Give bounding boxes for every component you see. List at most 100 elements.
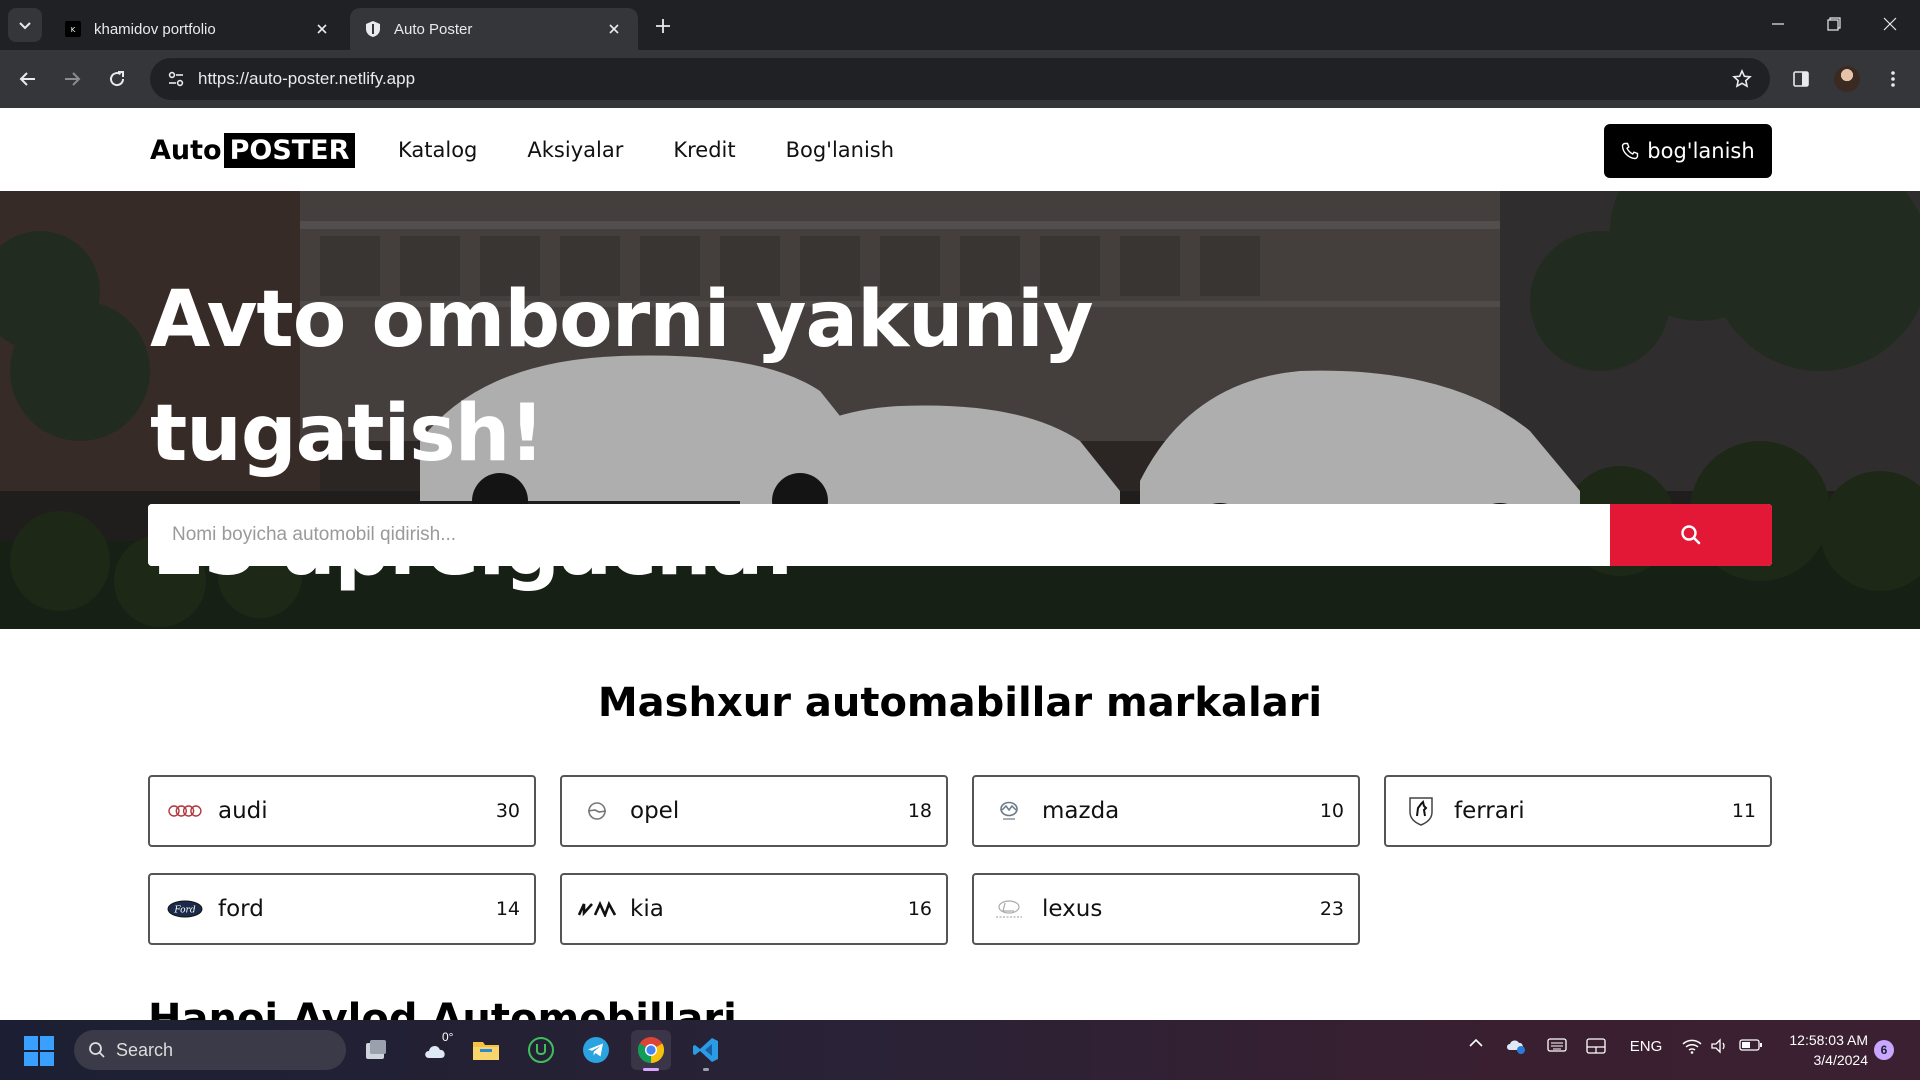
minimize-button[interactable] bbox=[1750, 6, 1806, 42]
brand-card-ford[interactable]: Ford ford 14 bbox=[148, 873, 536, 945]
notification-badge[interactable]: 6 bbox=[1874, 1040, 1894, 1060]
brand-card-kia[interactable]: kia 16 bbox=[560, 873, 948, 945]
windows-start-button[interactable] bbox=[24, 1036, 54, 1066]
nav-link-boglanish[interactable]: Bog'lanish bbox=[786, 138, 894, 162]
bookmark-star-icon[interactable] bbox=[1720, 58, 1764, 100]
brand-count: 18 bbox=[907, 800, 932, 822]
wifi-tray-icon[interactable] bbox=[1680, 1038, 1704, 1054]
profile-avatar[interactable] bbox=[1834, 66, 1860, 92]
shield-favicon-icon bbox=[364, 20, 382, 38]
back-button[interactable] bbox=[13, 64, 43, 94]
language-indicator[interactable]: ENG bbox=[1628, 1038, 1664, 1055]
weather-temperature: 0° bbox=[442, 1030, 454, 1044]
telegram-app-button[interactable] bbox=[576, 1030, 616, 1070]
restore-icon bbox=[1827, 17, 1841, 31]
restore-button[interactable] bbox=[1806, 6, 1862, 42]
close-icon[interactable] bbox=[312, 19, 332, 39]
taskbar-clock[interactable]: 12:58:03 AM 3/4/2024 bbox=[1772, 1030, 1868, 1070]
car-search-form bbox=[148, 504, 1772, 566]
address-bar[interactable]: https://auto-poster.netlify.app bbox=[150, 58, 1770, 100]
main-nav: Katalog Aksiyalar Kredit Bog'lanish bbox=[398, 138, 894, 162]
brand-name: mazda bbox=[1042, 798, 1120, 824]
nav-link-kredit[interactable]: Kredit bbox=[673, 138, 735, 162]
site-header: Auto POSTER Katalog Aksiyalar Kredit Bog… bbox=[0, 108, 1920, 191]
audi-logo-icon bbox=[166, 792, 204, 830]
speaker-icon bbox=[1711, 1038, 1725, 1054]
contact-button[interactable]: bog'lanish bbox=[1604, 124, 1772, 178]
hero-heading-line-1: Avto omborni yakuniy tugatish! bbox=[150, 275, 1094, 479]
browser-menu-button[interactable] bbox=[1878, 64, 1908, 94]
contact-button-label: bog'lanish bbox=[1647, 139, 1755, 163]
side-panel-button[interactable] bbox=[1786, 64, 1816, 94]
brand-card-audi[interactable]: audi 30 bbox=[148, 775, 536, 847]
brand-card-opel[interactable]: opel 18 bbox=[560, 775, 948, 847]
close-window-button[interactable] bbox=[1862, 6, 1918, 42]
brand-name: audi bbox=[218, 798, 268, 824]
svg-text:Ford: Ford bbox=[173, 906, 195, 916]
battery-tray-icon[interactable] bbox=[1738, 1038, 1764, 1052]
file-explorer-button[interactable] bbox=[466, 1030, 506, 1070]
tablet-mode-icon bbox=[1586, 1038, 1606, 1054]
hero-banner: Avto omborni yakuniy tugatish! 15 aprelg… bbox=[0, 191, 1920, 629]
clock-date: 3/4/2024 bbox=[1813, 1052, 1869, 1068]
folder-icon bbox=[473, 1042, 499, 1060]
site-info-icon[interactable] bbox=[154, 58, 198, 100]
tab-title: khamidov portfolio bbox=[94, 20, 216, 38]
chrome-icon bbox=[637, 1037, 665, 1064]
tab-search-button[interactable] bbox=[8, 8, 42, 42]
ferrari-logo-icon bbox=[1402, 792, 1440, 830]
minimize-icon bbox=[1772, 23, 1784, 25]
upwork-app-button[interactable] bbox=[521, 1030, 561, 1070]
brand-count: 11 bbox=[1731, 800, 1756, 822]
reload-icon bbox=[110, 71, 125, 87]
brand-grid: audi 30 opel 18 mazda 10 ferrari 11 Ford… bbox=[148, 775, 1772, 945]
tab-auto-poster[interactable]: Auto Poster bbox=[350, 8, 638, 50]
forward-button[interactable] bbox=[57, 64, 87, 94]
chevron-down-icon bbox=[19, 22, 31, 30]
logo-text-poster: POSTER bbox=[223, 132, 356, 168]
onedrive-tray-icon[interactable] bbox=[1504, 1038, 1528, 1054]
keyboard-icon bbox=[1547, 1038, 1567, 1052]
brand-name: ford bbox=[218, 896, 264, 922]
chrome-app-button[interactable] bbox=[631, 1030, 671, 1071]
url-text: https://auto-poster.netlify.app bbox=[198, 69, 416, 88]
arrow-right-icon bbox=[65, 72, 81, 86]
nav-link-aksiyalar[interactable]: Aksiyalar bbox=[527, 138, 623, 162]
car-search-input[interactable] bbox=[148, 504, 1610, 566]
tab-khamidov-portfolio[interactable]: K khamidov portfolio bbox=[50, 8, 346, 50]
nav-link-katalog[interactable]: Katalog bbox=[398, 138, 477, 162]
brand-name: kia bbox=[630, 896, 664, 922]
display-tray-icon[interactable] bbox=[1584, 1038, 1608, 1054]
close-icon bbox=[1883, 17, 1897, 31]
cloud-sync-icon bbox=[1507, 1040, 1525, 1054]
search-button[interactable] bbox=[1610, 504, 1772, 566]
new-tab-button[interactable] bbox=[650, 13, 676, 39]
brand-card-ferrari[interactable]: ferrari 11 bbox=[1384, 775, 1772, 847]
brand-count: 10 bbox=[1319, 800, 1344, 822]
wifi-icon bbox=[1682, 1039, 1702, 1054]
mazda-logo-icon bbox=[990, 792, 1028, 830]
plus-icon bbox=[656, 19, 670, 33]
browser-toolbar: https://auto-poster.netlify.app bbox=[0, 50, 1920, 108]
keyboard-tray-icon[interactable] bbox=[1545, 1038, 1569, 1052]
volume-tray-icon[interactable] bbox=[1708, 1038, 1732, 1054]
vscode-app-button[interactable] bbox=[686, 1030, 726, 1071]
site-logo[interactable]: Auto POSTER bbox=[150, 132, 356, 168]
search-icon bbox=[89, 1042, 105, 1058]
taskbar-search[interactable]: Search bbox=[74, 1030, 346, 1070]
close-icon[interactable] bbox=[604, 19, 624, 39]
brand-count: 14 bbox=[495, 898, 520, 920]
weather-widget[interactable]: 0° bbox=[410, 1030, 464, 1070]
task-view-icon bbox=[366, 1040, 386, 1059]
brand-count: 23 bbox=[1319, 898, 1344, 920]
task-view-button[interactable] bbox=[356, 1030, 396, 1070]
brand-card-lexus[interactable]: lexus 23 bbox=[972, 873, 1360, 945]
kia-logo-icon bbox=[578, 890, 616, 928]
logo-text-auto: Auto bbox=[150, 134, 222, 166]
taskbar-search-label: Search bbox=[116, 1039, 174, 1060]
upwork-icon bbox=[528, 1037, 554, 1063]
show-hidden-icons-button[interactable] bbox=[1466, 1038, 1486, 1048]
reload-button[interactable] bbox=[102, 64, 132, 94]
search-icon bbox=[1681, 525, 1701, 545]
brand-card-mazda[interactable]: mazda 10 bbox=[972, 775, 1360, 847]
